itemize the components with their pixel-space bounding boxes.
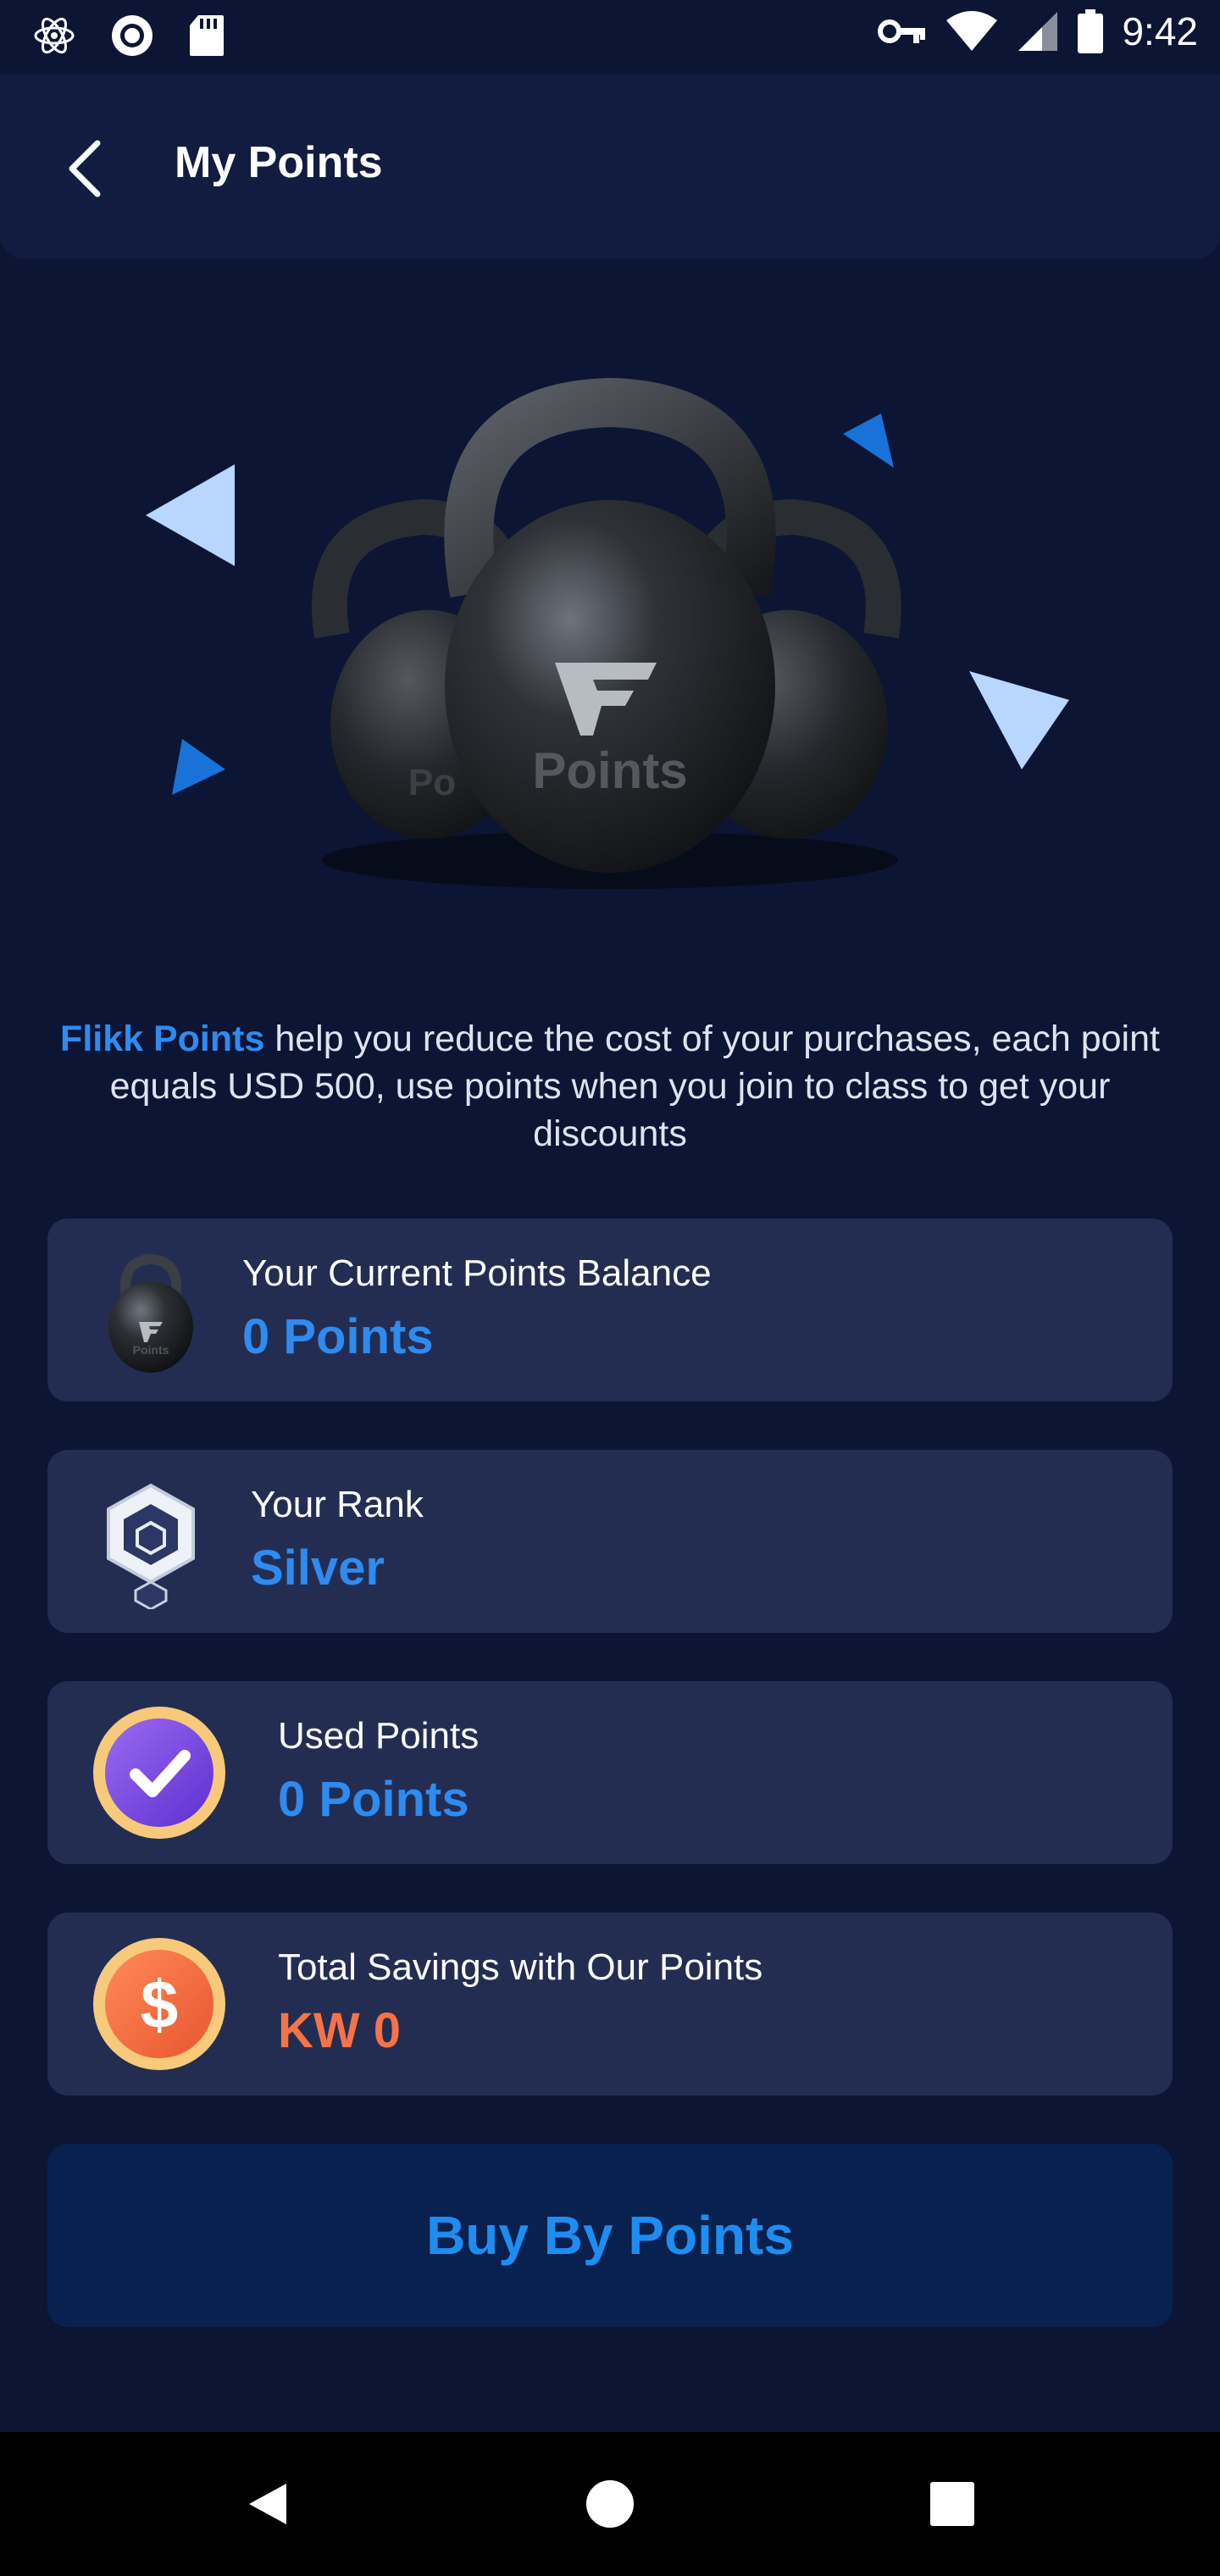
decor-triangle: [146, 464, 235, 566]
home-nav-icon: [586, 2480, 634, 2528]
decor-triangle: [843, 414, 894, 468]
home-nav-button[interactable]: [576, 2470, 644, 2538]
recents-nav-button[interactable]: [918, 2470, 986, 2538]
my-points-screen: 9:42 My Points Po Points Flikk Points he…: [0, 0, 1220, 2576]
silver-badge-icon: [107, 1483, 195, 1609]
status-bar: 9:42: [0, 0, 1220, 75]
status-right-icons: 9:42: [878, 8, 1198, 54]
back-nav-button[interactable]: [234, 2470, 302, 2538]
battery-icon: [1078, 9, 1104, 53]
recents-nav-icon: [930, 2482, 974, 2526]
react-icon: [34, 17, 75, 54]
chevron-left-icon: [69, 140, 101, 197]
wifi-icon: [946, 11, 998, 51]
savings-value: KW 0: [278, 2003, 401, 2058]
system-nav-bar: [0, 2432, 1220, 2576]
record-icon: [112, 15, 152, 56]
sd-card-icon: [190, 15, 224, 56]
status-time: 9:42: [1122, 9, 1198, 53]
balance-label: Your Current Points Balance: [242, 1252, 712, 1294]
back-button[interactable]: [51, 130, 119, 207]
svg-text:$: $: [141, 1967, 179, 2042]
status-left-icons: [32, 14, 225, 58]
balance-value: 0 Points: [242, 1309, 434, 1364]
kettlebell-main: Points: [444, 377, 776, 873]
points-balance-card: Points Your Current Points Balance 0 Poi…: [47, 1219, 1173, 1402]
buy-by-points-button[interactable]: Buy By Points: [47, 2144, 1173, 2327]
used-points-value: 0 Points: [278, 1772, 469, 1827]
rank-card: Your Rank Silver: [47, 1450, 1173, 1633]
decor-triangle: [969, 671, 1069, 769]
decor-triangle: [172, 739, 225, 795]
savings-label: Total Savings with Our Points: [278, 1946, 763, 1988]
description-text: help you reduce the cost of your purchas…: [109, 1019, 1160, 1154]
points-description: Flikk Points help you reduce the cost of…: [34, 1015, 1186, 1158]
points-hero-illustration: Po Points: [0, 356, 1220, 966]
rank-value: Silver: [251, 1541, 385, 1596]
used-points-label: Used Points: [278, 1715, 480, 1757]
page-title: My Points: [175, 138, 383, 187]
kettlebell-icon: Points: [108, 1253, 193, 1373]
back-nav-icon: [249, 2484, 286, 2524]
svg-text:Points: Points: [133, 1343, 169, 1357]
savings-card: $ Total Savings with Our Points KW 0: [47, 1913, 1173, 2096]
signal-icon: [1018, 12, 1058, 51]
check-badge-icon: [93, 1707, 225, 1839]
used-points-card: Used Points 0 Points: [47, 1681, 1173, 1864]
vpn-key-icon: [878, 19, 926, 43]
dollar-coin-icon: $: [93, 1938, 225, 2070]
brand-name: Flikk Points: [60, 1019, 265, 1059]
rank-label: Your Rank: [251, 1484, 424, 1525]
svg-text:Po: Po: [408, 762, 456, 803]
app-header: My Points: [0, 75, 1220, 259]
kettlebell-label: Points: [532, 742, 687, 799]
